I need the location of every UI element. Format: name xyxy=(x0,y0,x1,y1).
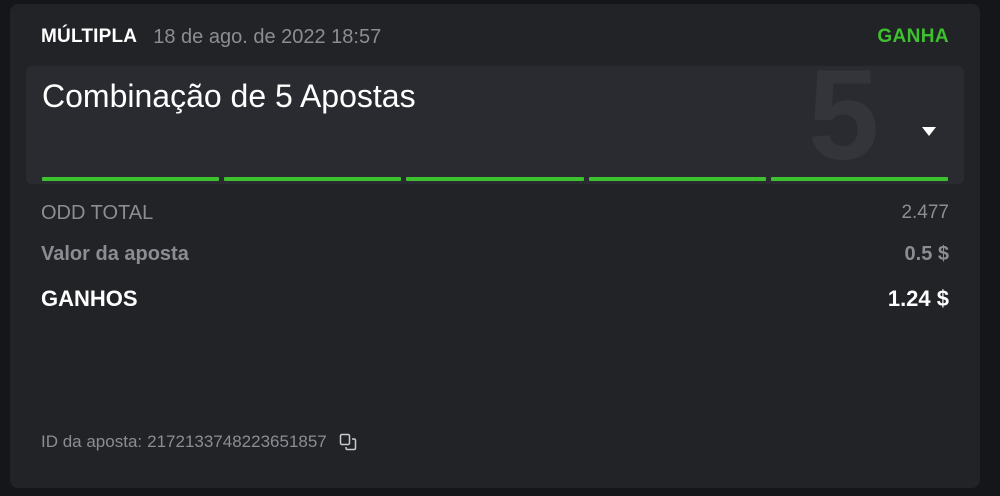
bet-header: MÚLTIPLA 18 de ago. de 2022 18:57 GANHA xyxy=(41,22,949,52)
leg-progress-segment xyxy=(406,177,584,181)
status-badge: GANHA xyxy=(877,26,949,47)
winnings-row: GANHOS 1.24 $ xyxy=(41,284,949,314)
leg-progress-segment xyxy=(588,177,766,181)
odd-total-label: ODD TOTAL xyxy=(41,201,154,224)
combination-toggle[interactable]: 5 Combinação de 5 Apostas xyxy=(26,66,964,184)
caret-down-icon[interactable] xyxy=(921,124,937,138)
winnings-label: GANHOS xyxy=(41,286,138,311)
leg-progress-segment xyxy=(42,177,220,181)
stake-label: Valor da aposta xyxy=(41,242,189,265)
stake-value: 0.5 $ xyxy=(904,242,949,265)
winnings-value: 1.24 $ xyxy=(887,286,949,311)
odd-total-value: 2.477 xyxy=(901,202,949,223)
leg-progress-segment xyxy=(224,177,402,181)
bet-id-label: ID da aposta: xyxy=(41,432,143,451)
stake-row: Valor da aposta 0.5 $ xyxy=(41,241,949,267)
bet-count-watermark: 5 xyxy=(808,66,880,184)
leg-progress-segment xyxy=(770,177,949,181)
combination-title: Combinação de 5 Apostas xyxy=(42,78,416,114)
bet-date: 18 de ago. de 2022 18:57 xyxy=(153,25,382,48)
copy-icon[interactable] xyxy=(339,433,357,451)
bet-id-value: 2172133748223651857 xyxy=(147,432,327,451)
bet-card: MÚLTIPLA 18 de ago. de 2022 18:57 GANHA … xyxy=(10,4,980,488)
bet-id: ID da aposta: 2172133748223651857 xyxy=(41,430,357,454)
odd-total-row: ODD TOTAL 2.477 xyxy=(41,200,949,226)
legs-progress xyxy=(42,177,949,181)
bet-type-label: MÚLTIPLA xyxy=(41,26,138,47)
